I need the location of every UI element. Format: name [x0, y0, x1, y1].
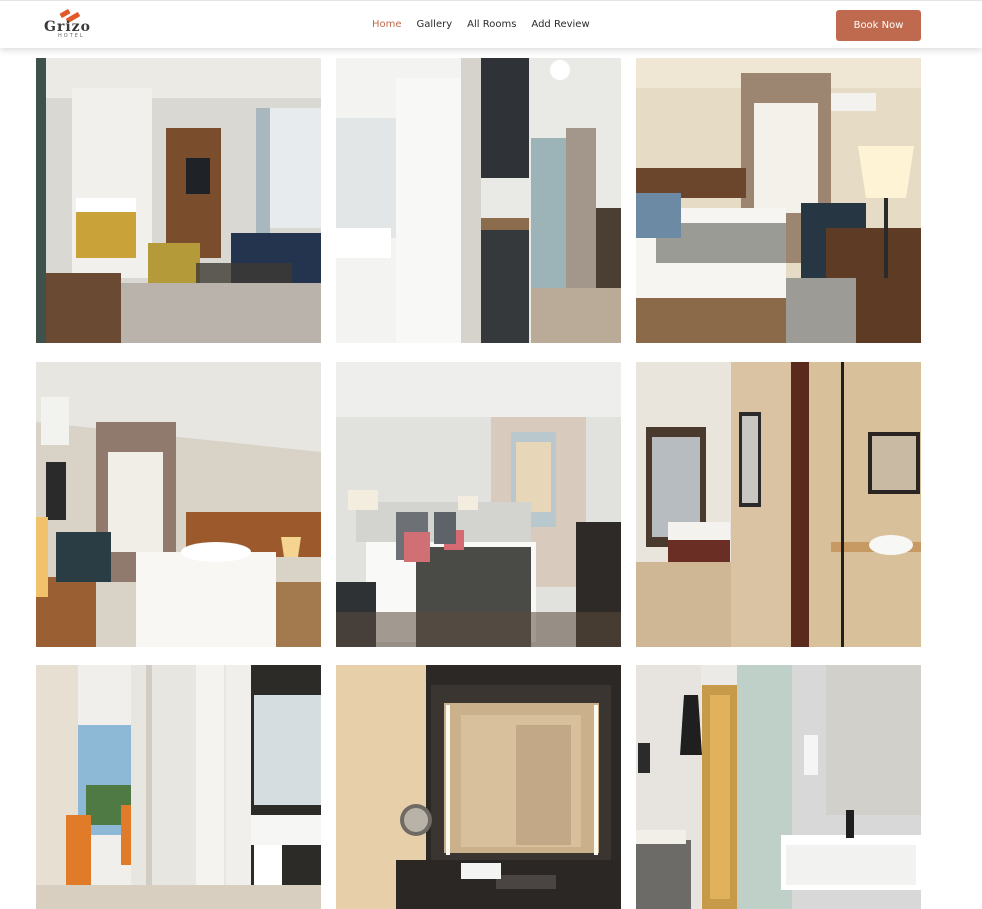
brand-tagline: HOTEL	[58, 33, 85, 39]
room-photo	[336, 665, 621, 909]
room-photo	[36, 58, 321, 343]
gallery-photo-6[interactable]	[636, 362, 921, 647]
room-photo	[36, 665, 321, 909]
gallery-photo-1[interactable]	[36, 58, 321, 343]
top-navbar: Grizo HOTEL Home Gallery All Rooms Add R…	[0, 0, 982, 48]
room-photo	[636, 58, 921, 343]
gallery-photo-5[interactable]	[336, 362, 621, 647]
room-photo	[336, 362, 621, 647]
room-photo	[636, 362, 921, 647]
room-photo	[636, 665, 921, 909]
brand-name: Grizo	[44, 19, 91, 35]
book-now-button[interactable]: Book Now	[836, 10, 921, 41]
nav-link-add-review[interactable]: Add Review	[531, 19, 589, 31]
nav-link-home[interactable]: Home	[372, 19, 402, 31]
room-photo	[36, 362, 321, 647]
nav-link-all-rooms[interactable]: All Rooms	[467, 19, 516, 31]
gallery-photo-2[interactable]	[336, 58, 621, 343]
main-nav: Home Gallery All Rooms Add Review	[372, 19, 590, 31]
gallery-photo-4[interactable]	[36, 362, 321, 647]
gallery-photo-8[interactable]	[336, 665, 621, 909]
gallery-photo-7[interactable]	[36, 665, 321, 909]
gallery-photo-3[interactable]	[636, 58, 921, 343]
gallery-photo-9[interactable]	[636, 665, 921, 909]
nav-link-gallery[interactable]: Gallery	[417, 19, 453, 31]
room-photo	[336, 58, 621, 343]
brand-logo[interactable]: Grizo HOTEL	[38, 9, 104, 41]
